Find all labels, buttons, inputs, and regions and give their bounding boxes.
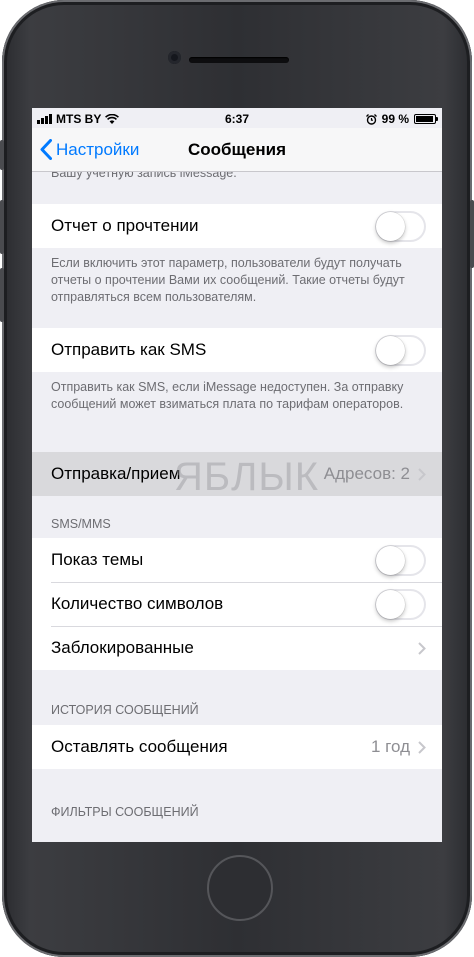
blocked-row[interactable]: Заблокированные bbox=[32, 626, 442, 670]
send-as-sms-row[interactable]: Отправить как SMS bbox=[32, 328, 442, 372]
send-receive-value: Адресов: 2 bbox=[323, 464, 410, 483]
keep-messages-row[interactable]: Оставлять сообщения 1 год bbox=[32, 725, 442, 769]
show-subject-row[interactable]: Показ темы bbox=[32, 538, 442, 582]
char-count-toggle[interactable] bbox=[375, 588, 426, 620]
chevron-right-icon bbox=[418, 641, 426, 655]
alarm-icon bbox=[365, 113, 377, 125]
blocked-label: Заблокированные bbox=[51, 638, 194, 657]
read-receipts-label: Отчет о прочтении bbox=[51, 216, 199, 235]
read-receipts-footer: Если включить этот параметр, пользовател… bbox=[51, 256, 405, 304]
status-bar: MTS BY 6:37 99 % bbox=[32, 108, 442, 128]
front-camera bbox=[168, 51, 181, 64]
chevron-left-icon bbox=[40, 139, 52, 160]
battery-icon bbox=[414, 114, 438, 124]
chevron-right-icon bbox=[418, 740, 426, 754]
screen: MTS BY 6:37 99 % Настройки Сообщения Ваш… bbox=[32, 108, 442, 842]
show-subject-toggle[interactable] bbox=[375, 544, 426, 576]
keep-messages-value: 1 год bbox=[370, 737, 410, 756]
send-as-sms-toggle[interactable] bbox=[375, 334, 426, 366]
send-as-sms-label: Отправить как SMS bbox=[51, 340, 207, 359]
history-header: ИСТОРИЯ СООБЩЕНИЙ bbox=[51, 703, 199, 717]
char-count-label: Количество символов bbox=[51, 594, 224, 613]
earpiece-speaker bbox=[189, 57, 289, 63]
mute-switch bbox=[0, 140, 4, 170]
sms-mms-header: SMS/MMS bbox=[51, 517, 111, 531]
volume-up-button bbox=[0, 200, 4, 254]
home-button[interactable] bbox=[207, 855, 273, 921]
read-receipts-toggle[interactable] bbox=[375, 210, 426, 242]
keep-messages-label: Оставлять сообщения bbox=[51, 737, 228, 756]
back-button-label: Настройки bbox=[56, 139, 140, 159]
send-as-sms-footer: Отправить как SMS, если iMessage недосту… bbox=[51, 380, 404, 411]
volume-down-button bbox=[0, 268, 4, 322]
read-receipts-row[interactable]: Отчет о прочтении bbox=[32, 204, 442, 248]
show-subject-label: Показ темы bbox=[51, 550, 144, 569]
filters-header: ФИЛЬТРЫ СООБЩЕНИЙ bbox=[51, 805, 199, 819]
power-button bbox=[470, 200, 474, 268]
navigation-bar: Настройки Сообщения bbox=[32, 128, 442, 172]
back-button[interactable]: Настройки bbox=[40, 139, 139, 160]
clipped-footer-text: Вашу учетную запись iMessage. bbox=[51, 172, 237, 180]
chevron-right-icon bbox=[418, 467, 426, 481]
char-count-row[interactable]: Количество символов bbox=[32, 582, 442, 626]
settings-list: Вашу учетную запись iMessage. Отчет о пр… bbox=[32, 172, 442, 825]
battery-percent: 99 % bbox=[381, 112, 409, 126]
send-receive-label: Отправка/прием bbox=[51, 464, 181, 483]
send-receive-row[interactable]: Отправка/прием Адресов: 2 bbox=[32, 452, 442, 496]
